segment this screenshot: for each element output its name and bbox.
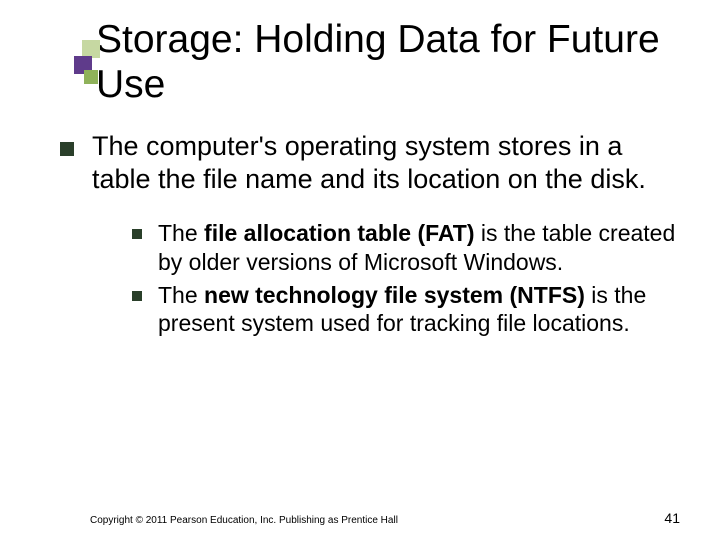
title-accent-icon bbox=[74, 40, 98, 110]
main-bullet-text: The computer's operating system stores i… bbox=[92, 130, 680, 198]
page-number: 41 bbox=[664, 510, 680, 526]
title-block: Storage: Holding Data for Future Use bbox=[96, 18, 680, 108]
sub-bold: file allocation table (FAT) bbox=[204, 220, 475, 246]
slide-title: Storage: Holding Data for Future Use bbox=[96, 18, 680, 108]
bullet-icon bbox=[132, 291, 142, 301]
sub-bullet-row: The new technology file system (NTFS) is… bbox=[132, 281, 680, 339]
sub-bold: new technology file system (NTFS) bbox=[204, 282, 585, 308]
sub-pre: The bbox=[158, 220, 204, 246]
sub-bullet-list: The file allocation table (FAT) is the t… bbox=[132, 219, 680, 338]
copyright-text: Copyright © 2011 Pearson Education, Inc.… bbox=[90, 515, 398, 526]
sub-pre: The bbox=[158, 282, 204, 308]
bullet-icon bbox=[60, 142, 74, 156]
body-block: The computer's operating system stores i… bbox=[60, 130, 680, 339]
main-bullet-row: The computer's operating system stores i… bbox=[60, 130, 680, 198]
slide: Storage: Holding Data for Future Use The… bbox=[0, 0, 720, 540]
bullet-icon bbox=[132, 229, 142, 239]
sub-bullet-text: The new technology file system (NTFS) is… bbox=[158, 281, 680, 339]
sub-bullet-text: The file allocation table (FAT) is the t… bbox=[158, 219, 680, 277]
sub-bullet-row: The file allocation table (FAT) is the t… bbox=[132, 219, 680, 277]
footer: Copyright © 2011 Pearson Education, Inc.… bbox=[90, 510, 680, 526]
